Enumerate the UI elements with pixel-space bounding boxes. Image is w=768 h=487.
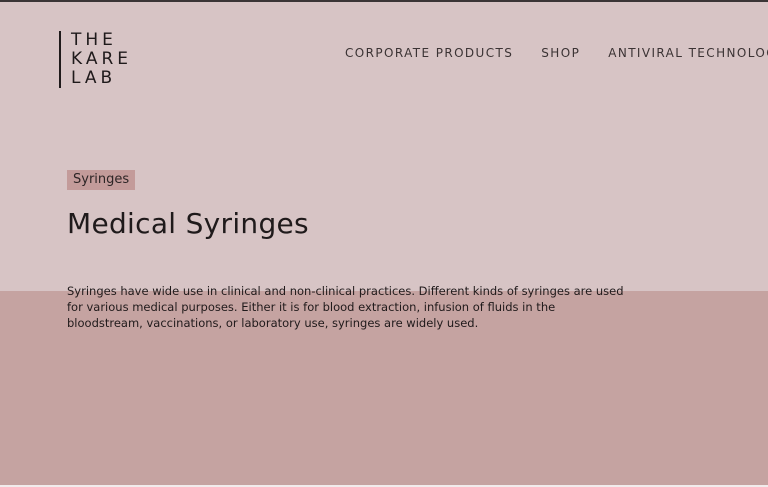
logo-line-1: THE [71, 30, 117, 50]
main-navigation: CORPORATE PRODUCTS SHOP ANTIVIRAL TECHNO… [345, 46, 768, 60]
page-title: Medical Syringes [67, 207, 309, 240]
page-description: Syringes have wide use in clinical and n… [67, 284, 624, 330]
site-logo[interactable]: THE KARE LAB [59, 31, 132, 88]
category-tag[interactable]: Syringes [67, 170, 136, 190]
nav-antiviral-technology-label: ANTIVIRAL TECHNOLOGY [608, 46, 768, 60]
nav-corporate-products[interactable]: CORPORATE PRODUCTS [345, 46, 513, 60]
logo-line-2: KARE [71, 49, 133, 69]
nav-antiviral-technology[interactable]: ANTIVIRAL TECHNOLOGY [608, 46, 768, 60]
nav-shop[interactable]: SHOP [541, 46, 580, 60]
logo-line-3: LAB [71, 68, 117, 88]
